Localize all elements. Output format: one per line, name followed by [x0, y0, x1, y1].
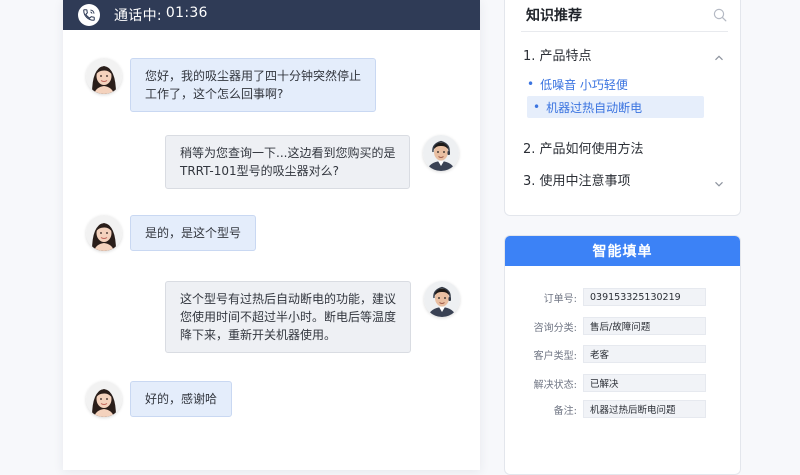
- phone-icon[interactable]: [78, 4, 100, 26]
- call-status: 通话中: 01:36: [114, 5, 208, 25]
- kb-section-precautions[interactable]: 3. 使用中注意事项: [523, 170, 723, 189]
- kb-item-label: 低噪音 小巧轻便: [540, 77, 628, 92]
- kb-section-label: 2. 产品如何使用方法: [523, 142, 644, 157]
- call-timer: 01:36: [165, 5, 208, 21]
- chevron-up-icon[interactable]: [714, 48, 724, 67]
- call-panel: 通话中: 01:36 您好，我的吸尘器用了四十分钟突然停止 工作了，这个怎么回事…: [63, 0, 480, 470]
- kb-section-product-features[interactable]: 1. 产品特点: [523, 45, 723, 64]
- form-label: 客户类型:: [533, 350, 577, 362]
- form-row-category: 咨询分类: 售后/故障问题: [505, 317, 740, 335]
- customer-avatar: [86, 215, 122, 251]
- chat-message-customer: 是的，是这个型号: [86, 215, 257, 251]
- message-bubble: 好的，感谢哈: [130, 381, 233, 417]
- knowledge-title: 知识推荐: [526, 8, 582, 24]
- message-bubble: 稍等为您查询一下...这边看到您购买的是 TRRT-101型号的吸尘器对么?: [165, 135, 411, 189]
- chat-message-customer: 好的，感谢哈: [86, 381, 233, 417]
- form-row-customer-type: 客户类型: 老客: [505, 345, 740, 363]
- customer-avatar: [86, 58, 122, 94]
- chat-message-agent: 稍等为您查询一下...这边看到您购买的是 TRRT-101型号的吸尘器对么?: [165, 135, 460, 189]
- form-label: 备注:: [553, 405, 577, 417]
- kb-section-label: 1. 产品特点: [523, 49, 592, 64]
- agent-avatar: [423, 135, 460, 171]
- resolution-status-field[interactable]: 已解决: [583, 374, 706, 392]
- notes-field[interactable]: 机器过热后断电问题: [583, 400, 706, 418]
- customer-type-field[interactable]: 老客: [583, 345, 706, 363]
- call-status-label: 通话中:: [114, 8, 162, 24]
- form-row-notes: 备注: 机器过热后断电问题: [505, 400, 740, 418]
- form-row-resolution-status: 解决状态: 已解决: [505, 374, 740, 392]
- bullet-icon: •: [527, 77, 535, 91]
- order-number-field[interactable]: 039153325130219: [583, 288, 706, 306]
- kb-section-how-to-use[interactable]: 2. 产品如何使用方法: [523, 138, 723, 157]
- search-icon[interactable]: [713, 7, 727, 26]
- chat-message-agent: 这个型号有过热后自动断电的功能，建议 您使用时间不超过半小时。断电后等温度 降下…: [165, 281, 461, 353]
- form-row-order-number: 订单号: 039153325130219: [505, 288, 740, 306]
- message-bubble: 您好，我的吸尘器用了四十分钟突然停止 工作了，这个怎么回事啊?: [130, 58, 377, 112]
- form-title: 智能填单: [505, 236, 740, 266]
- chevron-down-icon[interactable]: [714, 174, 724, 193]
- chat-message-customer: 您好，我的吸尘器用了四十分钟突然停止 工作了，这个怎么回事啊?: [86, 58, 377, 112]
- divider: [521, 31, 728, 32]
- kb-item-overheat-shutdown[interactable]: • 机器过热自动断电: [527, 96, 704, 118]
- agent-avatar: [424, 281, 461, 317]
- bullet-icon: •: [533, 100, 541, 114]
- message-bubble: 是的，是这个型号: [130, 215, 257, 251]
- smart-form-card: 智能填单 订单号: 039153325130219 咨询分类: 售后/故障问题 …: [504, 235, 741, 475]
- kb-item-low-noise[interactable]: • 低噪音 小巧轻便: [527, 75, 628, 93]
- form-label: 解决状态:: [533, 379, 577, 391]
- call-header: 通话中: 01:36: [63, 0, 480, 30]
- form-label: 订单号:: [543, 293, 577, 305]
- kb-section-label: 3. 使用中注意事项: [523, 174, 631, 189]
- kb-item-label: 机器过热自动断电: [546, 100, 643, 115]
- category-field[interactable]: 售后/故障问题: [583, 317, 706, 335]
- knowledge-card: 知识推荐 1. 产品特点 • 低噪音 小巧轻便 • 机器过热自动断电 2. 产品…: [504, 0, 741, 216]
- form-label: 咨询分类:: [533, 322, 577, 334]
- message-bubble: 这个型号有过热后自动断电的功能，建议 您使用时间不超过半小时。断电后等温度 降下…: [165, 281, 412, 353]
- customer-avatar: [86, 381, 122, 417]
